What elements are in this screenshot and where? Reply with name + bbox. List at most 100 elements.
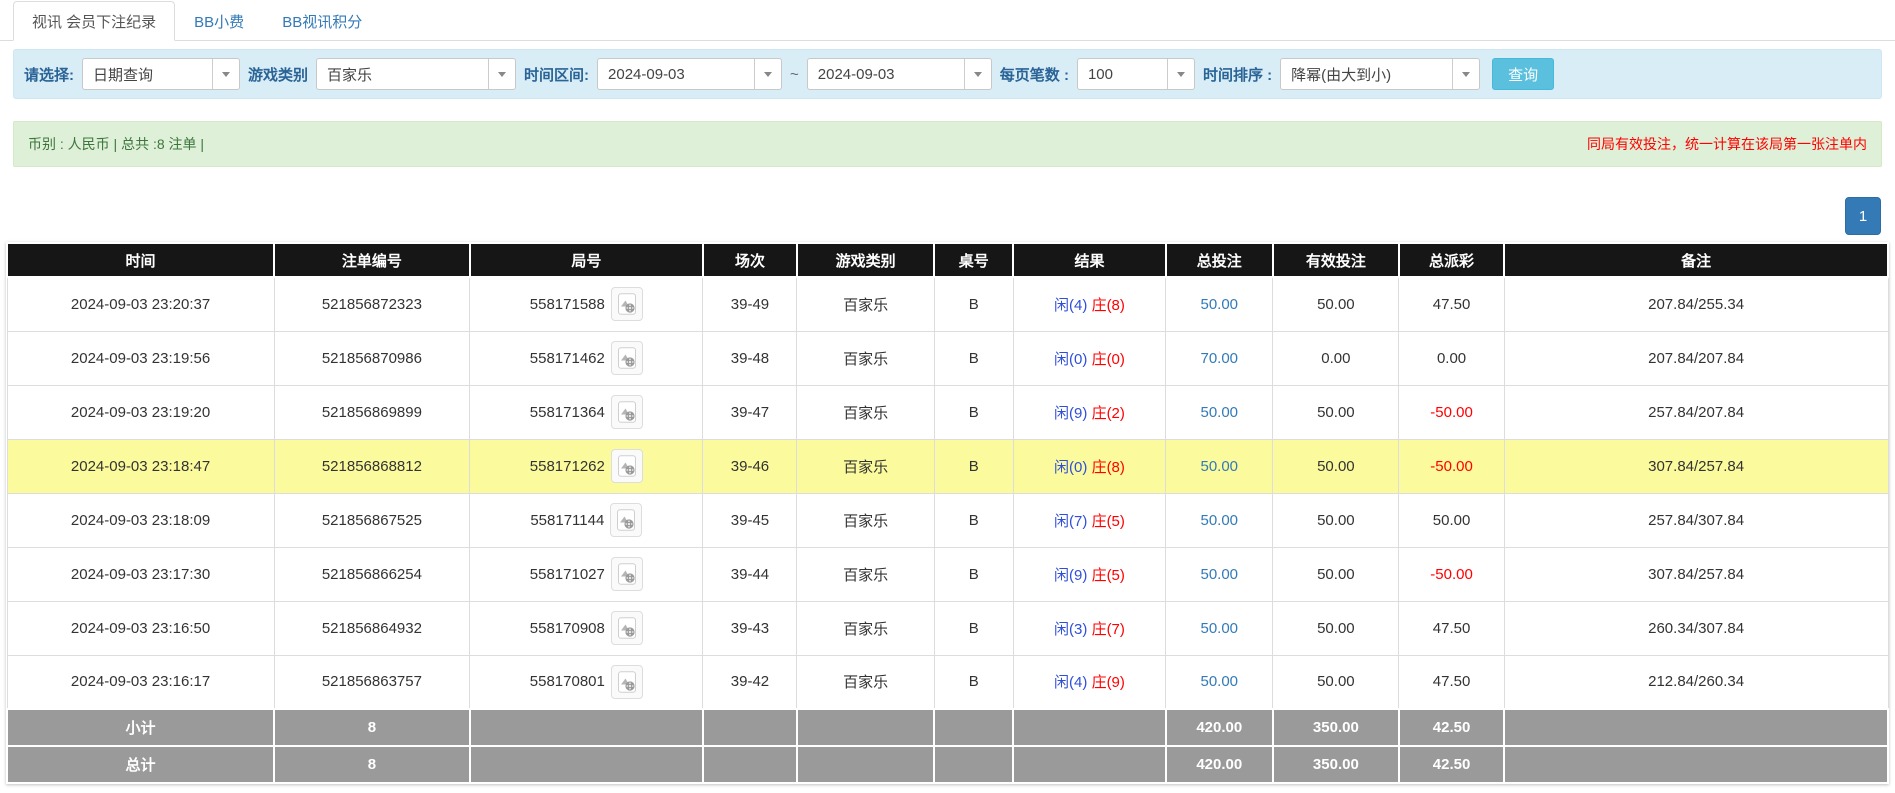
result-player: 闲(3): [1054, 621, 1087, 638]
time-cell: 2024-09-03 23:17:30: [7, 547, 274, 601]
round-cell: 558170908: [470, 601, 703, 655]
bet-id-cell: 521856863757: [274, 655, 470, 709]
summary-empty-cell: [934, 709, 1013, 746]
session-cell: 39-47: [703, 385, 797, 439]
query-button[interactable]: 查询: [1492, 58, 1554, 90]
result-player: 闲(0): [1054, 351, 1087, 368]
page-size-select[interactable]: 100: [1077, 58, 1195, 90]
total-bet-link[interactable]: 50.00: [1200, 512, 1238, 529]
payout-value: -50.00: [1430, 404, 1473, 421]
round-cell: 558171588: [470, 277, 703, 331]
total-bet-link[interactable]: 70.00: [1200, 350, 1238, 367]
col-remark: 备注: [1504, 243, 1888, 277]
col-game-type: 游戏类别: [797, 243, 934, 277]
tab-bb-video-points[interactable]: BB视讯积分: [263, 1, 381, 41]
round-id: 558171364: [530, 404, 605, 421]
time-cell: 2024-09-03 23:18:47: [7, 439, 274, 493]
subtotal-row: 小计8420.00350.0042.50: [7, 709, 1888, 746]
result-player: 闲(9): [1054, 567, 1087, 584]
sort-order-select[interactable]: 降幂(由大到小): [1280, 58, 1480, 90]
table-no-cell: B: [934, 439, 1013, 493]
total-bet-link[interactable]: 50.00: [1200, 673, 1238, 690]
total-bet-cell: 70.00: [1166, 331, 1273, 385]
col-total-bet: 总投注: [1166, 243, 1273, 277]
date-to-value: 2024-09-03: [808, 59, 964, 89]
remark-cell: 307.84/257.84: [1504, 439, 1888, 493]
session-cell: 39-42: [703, 655, 797, 709]
round-cell: 558171027: [470, 547, 703, 601]
query-type-select[interactable]: 日期查询: [82, 58, 240, 90]
summary-empty-cell: [703, 746, 797, 783]
table-no-cell: B: [934, 385, 1013, 439]
info-bar: 币别 : 人民币 | 总共 :8 注单 | 同局有效投注，统一计算在该局第一张注…: [13, 121, 1882, 167]
total-bet-cell: 50.00: [1166, 655, 1273, 709]
video-icon[interactable]: [611, 287, 643, 321]
video-icon[interactable]: [610, 503, 642, 537]
chevron-down-icon: [964, 59, 991, 89]
summary-empty-cell: [1504, 709, 1888, 746]
payout-value: 50.00: [1433, 512, 1471, 529]
tab-bb-tips[interactable]: BB小费: [175, 1, 263, 41]
total-bet-link[interactable]: 50.00: [1200, 620, 1238, 637]
date-from-select[interactable]: 2024-09-03: [597, 58, 782, 90]
video-icon[interactable]: [611, 449, 643, 483]
result-banker: 庄(8): [1092, 459, 1125, 476]
video-icon-glyph: [616, 509, 636, 531]
result-banker: 庄(9): [1092, 674, 1125, 691]
game-type-cell: 百家乐: [797, 277, 934, 331]
video-icon[interactable]: [611, 557, 643, 591]
remark-cell: 260.34/307.84: [1504, 601, 1888, 655]
round-cell: 558170801: [470, 655, 703, 709]
tab-video-bet-records[interactable]: 视讯 会员下注纪录: [13, 1, 175, 41]
video-icon[interactable]: [611, 665, 643, 699]
date-to-select[interactable]: 2024-09-03: [807, 58, 992, 90]
round-id: 558171588: [530, 296, 605, 313]
query-type-value: 日期查询: [83, 59, 212, 89]
chevron-down-icon: [754, 59, 781, 89]
page-1-button[interactable]: 1: [1845, 197, 1881, 235]
time-cell: 2024-09-03 23:16:50: [7, 601, 274, 655]
result-banker: 庄(2): [1092, 405, 1125, 422]
col-round: 局号: [470, 243, 703, 277]
payout-cell: 47.50: [1399, 655, 1504, 709]
result-cell: 闲(9) 庄(2): [1013, 385, 1165, 439]
payout-cell: -50.00: [1399, 439, 1504, 493]
round-id: 558170801: [530, 673, 605, 690]
total-bet-link[interactable]: 50.00: [1200, 404, 1238, 421]
bet-id-cell: 521856866254: [274, 547, 470, 601]
result-cell: 闲(7) 庄(5): [1013, 493, 1165, 547]
payout-cell: -50.00: [1399, 547, 1504, 601]
valid-bet-note: 同局有效投注，统一计算在该局第一张注单内: [1587, 134, 1867, 154]
round-cell: 558171144: [470, 493, 703, 547]
result-banker: 庄(5): [1092, 513, 1125, 530]
valid-bet-cell: 50.00: [1273, 493, 1399, 547]
round-id: 558171144: [530, 512, 604, 529]
col-time: 时间: [7, 243, 274, 277]
game-type-select[interactable]: 百家乐: [316, 58, 516, 90]
summary-empty-cell: [797, 709, 934, 746]
result-cell: 闲(4) 庄(9): [1013, 655, 1165, 709]
remark-cell: 257.84/307.84: [1504, 493, 1888, 547]
session-cell: 39-45: [703, 493, 797, 547]
valid-bet-cell: 50.00: [1273, 439, 1399, 493]
remark-cell: 207.84/207.84: [1504, 331, 1888, 385]
summary-label: 小计: [7, 709, 274, 746]
video-icon[interactable]: [611, 395, 643, 429]
record-row: 2024-09-03 23:16:50521856864932558170908…: [7, 601, 1888, 655]
round-id: 558171462: [530, 350, 605, 367]
summary-count: 8: [274, 709, 470, 746]
summary-empty-cell: [470, 746, 703, 783]
total-bet-link[interactable]: 50.00: [1200, 296, 1238, 313]
tab-bar: 视讯 会员下注纪录 BB小费 BB视讯积分: [0, 0, 1895, 41]
result-banker: 庄(5): [1092, 567, 1125, 584]
game-type-cell: 百家乐: [797, 439, 934, 493]
summary-empty-cell: [1013, 746, 1165, 783]
total-bet-link[interactable]: 50.00: [1200, 566, 1238, 583]
summary-payout: 42.50: [1399, 709, 1504, 746]
record-row: 2024-09-03 23:18:47521856868812558171262…: [7, 439, 1888, 493]
total-bet-link[interactable]: 50.00: [1200, 458, 1238, 475]
bet-id-cell: 521856870986: [274, 331, 470, 385]
chevron-down-icon: [1452, 59, 1479, 89]
video-icon[interactable]: [611, 341, 643, 375]
video-icon[interactable]: [611, 611, 643, 645]
